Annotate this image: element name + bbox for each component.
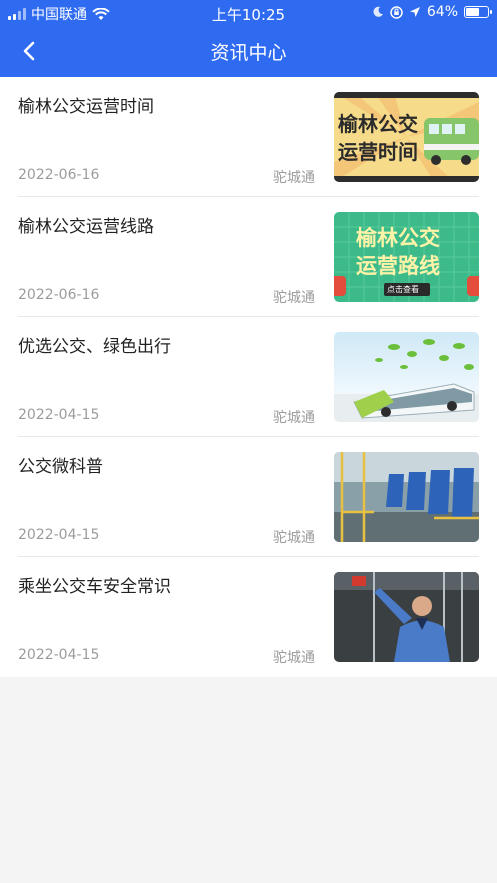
list-item[interactable]: 榆林公交运营线路 2022-06-16 驼城通 榆林公交 运营路线 点击查看 xyxy=(18,197,479,317)
nav-bar: 资讯中心 xyxy=(0,26,497,77)
article-date: 2022-04-15 xyxy=(18,527,100,543)
news-list: 榆林公交运营时间 2022-06-16 驼城通 榆林公交 运营时间 榆林公交运营… xyxy=(0,77,497,677)
page-title: 资讯中心 xyxy=(210,42,287,64)
list-item[interactable]: 榆林公交运营时间 2022-06-16 驼城通 榆林公交 运营时间 xyxy=(18,77,479,197)
status-right: 64% xyxy=(372,4,492,20)
app-header: 中国联通 上午10:25 64% 资讯中心 xyxy=(0,0,497,77)
location-arrow-icon xyxy=(409,7,420,17)
article-thumbnail xyxy=(334,332,479,422)
article-thumbnail: 榆林公交 运营路线 点击查看 xyxy=(334,212,479,302)
article-source: 驼城通 xyxy=(273,650,315,666)
article-source: 驼城通 xyxy=(273,170,315,186)
battery-icon xyxy=(464,6,492,18)
article-source: 驼城通 xyxy=(273,410,315,426)
status-bar: 中国联通 上午10:25 64% xyxy=(0,0,497,26)
bus-seats-image xyxy=(334,452,479,542)
article-thumbnail: 榆林公交 运营时间 xyxy=(334,92,479,182)
article-date: 2022-06-16 xyxy=(18,287,100,303)
thumbnail-caption-line: 榆林公交 xyxy=(356,226,440,250)
article-title: 乘坐公交车安全常识 xyxy=(18,577,171,597)
article-source: 驼城通 xyxy=(273,530,315,546)
article-date: 2022-04-15 xyxy=(18,407,100,423)
thumbnail-caption-line: 运营时间 xyxy=(338,140,418,164)
article-source: 驼城通 xyxy=(273,290,315,306)
battery-percent: 64% xyxy=(426,4,458,20)
bus-safety-image xyxy=(334,572,479,662)
moon-icon xyxy=(373,6,383,17)
article-title: 榆林公交运营线路 xyxy=(18,217,154,237)
article-title: 优选公交、绿色出行 xyxy=(18,337,171,357)
lock-rotation-icon xyxy=(390,5,403,19)
green-bus-image xyxy=(334,332,479,422)
article-thumbnail xyxy=(334,452,479,542)
article-date: 2022-06-16 xyxy=(18,167,100,183)
article-date: 2022-04-15 xyxy=(18,647,100,663)
article-title: 公交微科普 xyxy=(18,457,103,477)
thumbnail-caption-line: 运营路线 xyxy=(356,254,440,278)
thumbnail-button-label: 点击查看 xyxy=(387,285,419,294)
article-title: 榆林公交运营时间 xyxy=(18,97,154,117)
list-item[interactable]: 优选公交、绿色出行 2022-04-15 驼城通 xyxy=(18,317,479,437)
thumbnail-caption-line: 榆林公交 xyxy=(338,112,418,136)
list-item[interactable]: 乘坐公交车安全常识 2022-04-15 驼城通 xyxy=(18,557,479,677)
article-thumbnail xyxy=(334,572,479,662)
list-item[interactable]: 公交微科普 2022-04-15 驼城通 xyxy=(18,437,479,557)
